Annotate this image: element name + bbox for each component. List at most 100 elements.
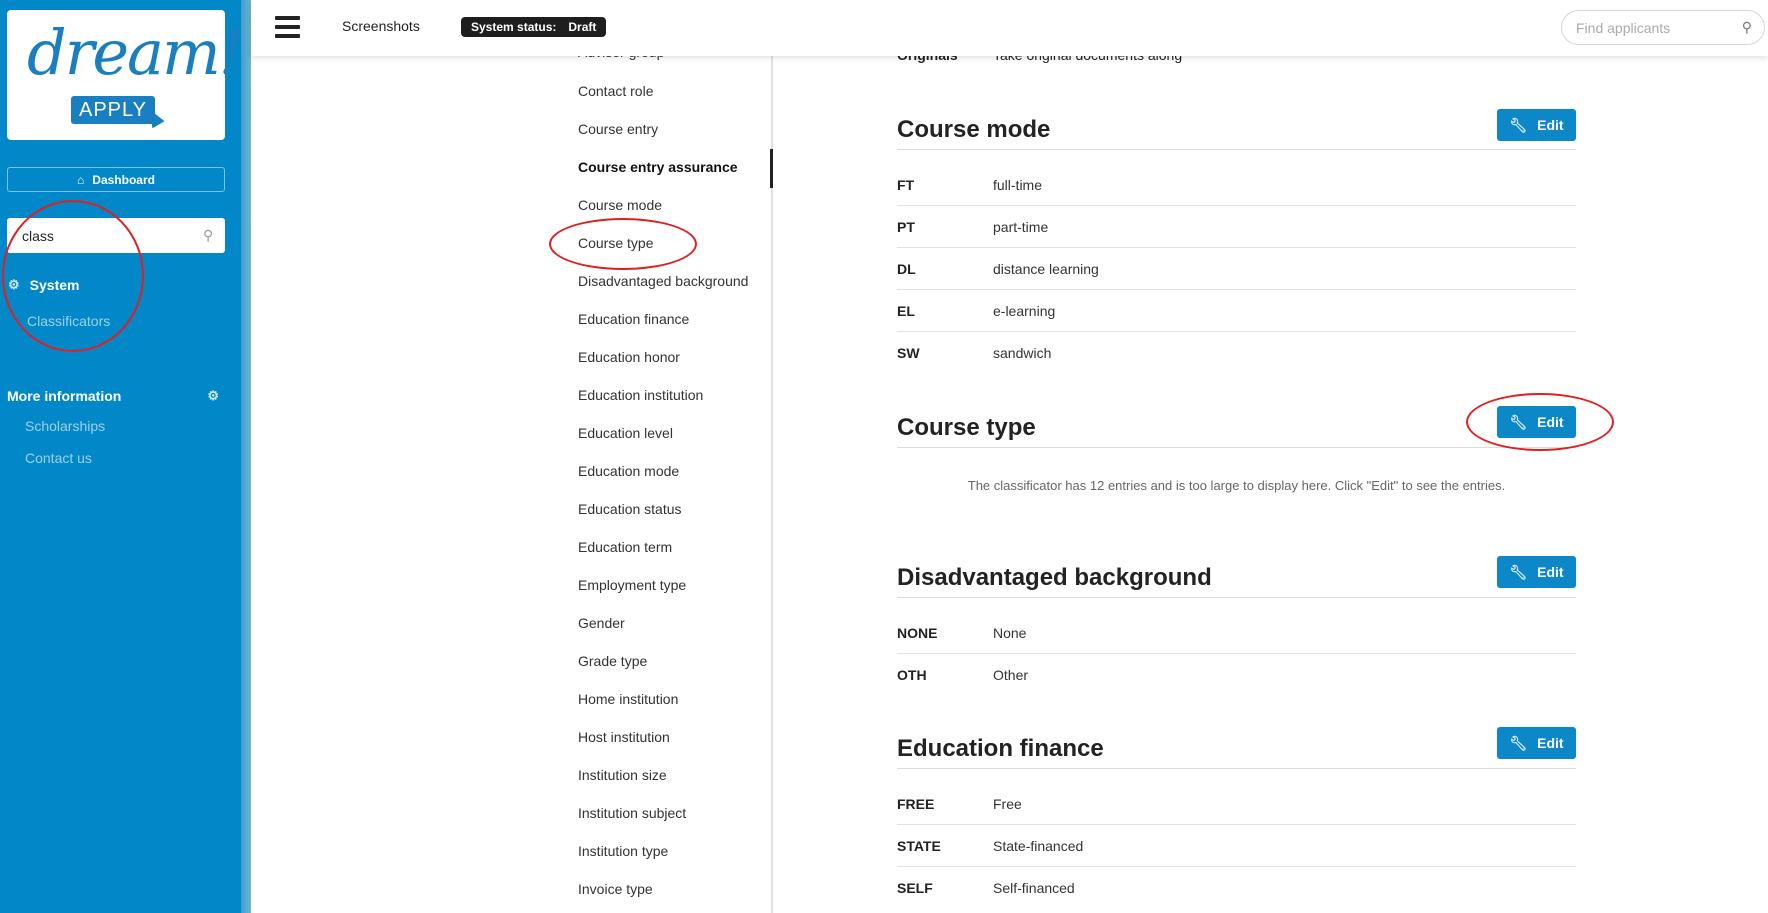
table-row: STATE State-financed <box>897 825 1576 867</box>
nav-item[interactable]: Course mode <box>578 197 662 213</box>
row-code: EL <box>897 302 915 319</box>
wrench-icon: 🔧︎ <box>1509 734 1528 751</box>
row-value: e-learning <box>993 302 1056 319</box>
section-title: Disadvantaged background <box>897 564 1212 591</box>
nav-item[interactable]: Institution type <box>578 843 668 859</box>
nav-item[interactable]: Education institution <box>578 387 703 403</box>
nav-item[interactable]: Education level <box>578 425 673 441</box>
row-code: PT <box>897 218 915 235</box>
nav-item[interactable]: Course type <box>578 235 653 251</box>
edit-button[interactable]: 🔧︎ Edit <box>1497 406 1576 438</box>
sidebar-item-system[interactable]: ⚙ System <box>8 277 79 293</box>
sidebar-search: ⚲ <box>7 218 225 253</box>
sidebar-more-information: More information ⚙ <box>7 388 219 404</box>
sidebar-item-classificators[interactable]: Classificators <box>27 313 110 329</box>
nav-item[interactable]: Disadvantaged background <box>578 273 748 289</box>
dashboard-label: Dashboard <box>92 172 155 187</box>
sidebar-item-scholarships[interactable]: Scholarships <box>25 418 105 434</box>
nav-item[interactable]: Education status <box>578 501 682 517</box>
more-information-label: More information <box>7 388 122 404</box>
row-value: State-financed <box>993 837 1084 854</box>
nav-item[interactable]: Education honor <box>578 349 680 365</box>
section-title: Course type <box>897 414 1036 441</box>
table-row: OTH Other <box>897 654 1576 696</box>
nav-item[interactable]: Education mode <box>578 463 679 479</box>
section-title: Education finance <box>897 735 1104 762</box>
table-row: FREE Free <box>897 783 1576 825</box>
row-code: OTH <box>897 667 927 683</box>
section-rule <box>897 447 1576 448</box>
status-label: System status: <box>471 20 557 34</box>
nav-item[interactable]: Host institution <box>578 729 670 745</box>
row-code: FT <box>897 176 915 193</box>
row-code: FREE <box>897 795 935 812</box>
edit-label: Edit <box>1537 414 1564 430</box>
sidebar-scrollbar[interactable] <box>241 0 251 913</box>
hamburger-icon[interactable] <box>275 16 300 38</box>
dreamapply-logo[interactable]: dream! APPLY <box>7 10 244 140</box>
status-value: Draft <box>568 20 597 34</box>
edit-label: Edit <box>1537 735 1564 751</box>
nav-item[interactable]: Course entry <box>578 121 658 137</box>
dashboard-button[interactable]: ⌂ Dashboard <box>7 167 225 192</box>
find-applicants-input[interactable] <box>1576 19 1742 36</box>
edit-label: Edit <box>1537 564 1564 580</box>
gear-icon[interactable]: ⚙ <box>207 388 219 404</box>
section-rule <box>897 149 1576 150</box>
nav-item[interactable]: Grade type <box>578 653 647 669</box>
row-value: Self-financed <box>993 880 1075 896</box>
nav-item[interactable]: Gender <box>578 615 625 631</box>
wrench-icon: 🔧︎ <box>1509 563 1528 580</box>
search-icon[interactable]: ⚲ <box>1742 19 1752 36</box>
row-value: Free <box>993 795 1022 812</box>
edit-button[interactable]: 🔧︎ Edit <box>1497 556 1576 588</box>
table-row: SW sandwich <box>897 332 1576 374</box>
nav-item[interactable]: Home institution <box>578 691 678 707</box>
row-value: part-time <box>993 218 1049 235</box>
sidebar-search-input[interactable] <box>22 227 203 244</box>
nav-item[interactable]: Invoice type <box>578 881 653 897</box>
sidebar: dream! APPLY ⌂ Dashboard ⚲ ⚙ System Clas… <box>0 0 244 913</box>
row-code: SW <box>897 345 920 361</box>
top-header: Screenshots System status: Draft ⚲ <box>251 0 1768 56</box>
table-row: SELF Self-financed <box>897 867 1576 909</box>
row-value: None <box>993 624 1027 641</box>
home-icon: ⌂ <box>77 172 85 187</box>
edit-button[interactable]: 🔧︎ Edit <box>1497 109 1576 141</box>
nav-item-active[interactable]: Course entry assurance <box>578 159 738 175</box>
table-row: NONE None <box>897 612 1576 654</box>
logo-apply: APPLY <box>71 96 155 124</box>
table-row: FT full-time <box>897 164 1576 206</box>
section-rule <box>897 768 1576 769</box>
nav-item[interactable]: Education finance <box>578 311 689 327</box>
table-row: DL distance learning <box>897 248 1576 290</box>
edit-button[interactable]: 🔧︎ Edit <box>1497 727 1576 759</box>
wrench-icon: 🔧︎ <box>1509 413 1528 430</box>
nav-item[interactable]: Education term <box>578 539 672 555</box>
nav-item[interactable]: Institution subject <box>578 805 686 821</box>
active-indicator <box>770 149 773 188</box>
search-icon[interactable]: ⚲ <box>203 227 213 244</box>
section-rule <box>897 597 1576 598</box>
nav-item[interactable]: Employment type <box>578 577 686 593</box>
row-value: Other <box>993 667 1029 683</box>
row-code: SELF <box>897 880 933 896</box>
system-label: System <box>29 277 80 293</box>
nav-item[interactable]: Institution size <box>578 767 667 783</box>
too-large-note: The classificator has 12 entries and is … <box>967 478 1506 493</box>
find-applicants: ⚲ <box>1561 10 1765 45</box>
row-code: DL <box>897 260 916 277</box>
nav-item[interactable]: Contact role <box>578 83 653 99</box>
table-row: PT part-time <box>897 206 1576 248</box>
page-title: Screenshots <box>342 18 420 34</box>
section-title: Course mode <box>897 116 1051 143</box>
sidebar-item-contact-us[interactable]: Contact us <box>25 450 92 466</box>
status-badge: System status: Draft <box>461 17 607 37</box>
row-code: STATE <box>897 837 941 854</box>
row-value: distance learning <box>993 260 1099 277</box>
logo-text: dream! <box>27 16 244 89</box>
table-row: EL e-learning <box>897 290 1576 332</box>
gear-icon: ⚙ <box>8 277 20 292</box>
row-value: sandwich <box>993 345 1052 361</box>
edit-label: Edit <box>1537 117 1564 133</box>
